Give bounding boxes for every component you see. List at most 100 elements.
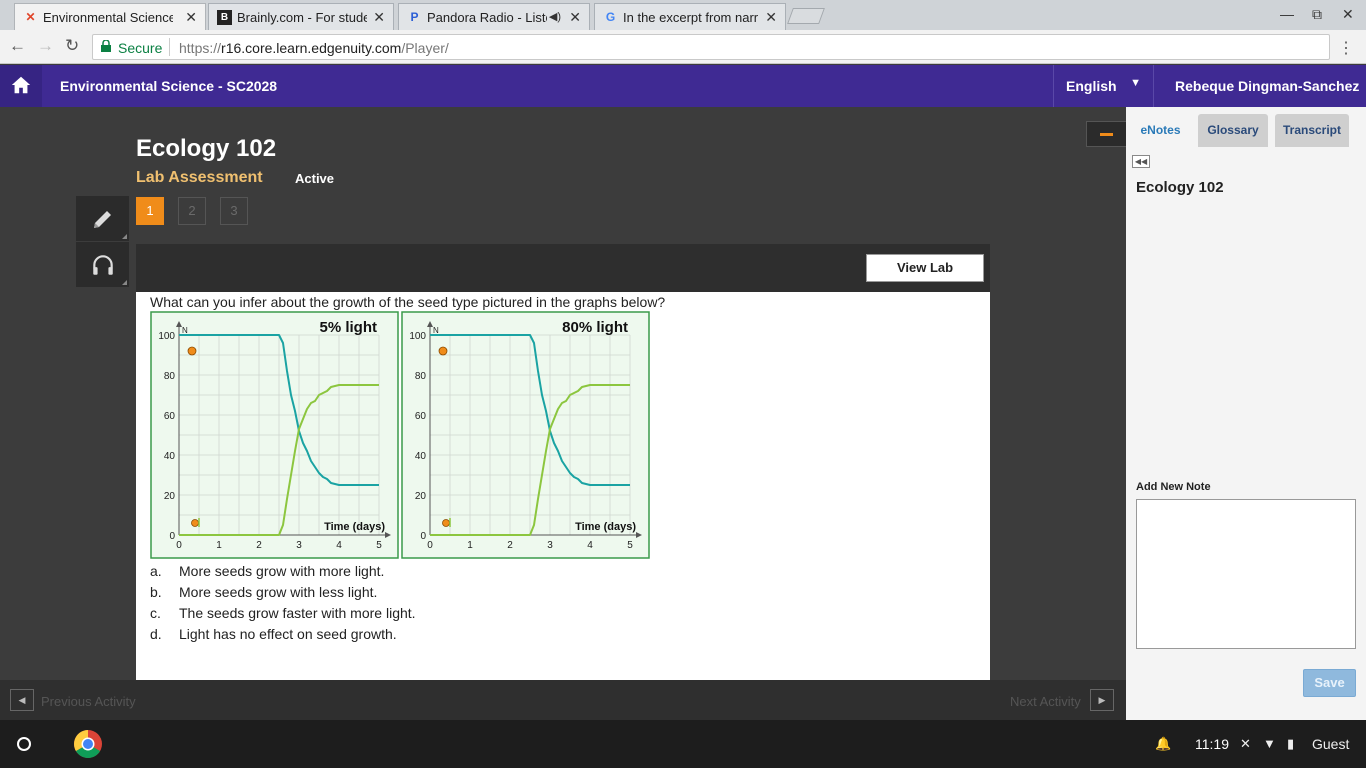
y-tick-label: 20 [415, 491, 427, 502]
user-status[interactable]: Guest [1312, 736, 1349, 752]
browser-tab-brainly[interactable]: B Brainly.com - For studen ✕ [208, 3, 394, 30]
app-header: Environmental Science - SC2028 English ▼… [0, 65, 1366, 107]
y-tick-label: 40 [415, 451, 427, 462]
x-tick-label: 5 [627, 540, 633, 551]
language-select[interactable]: English ▼ [1053, 65, 1154, 107]
chart-panel-2: 0 20 40 60 80 100 0 1 2 3 4 5 N Time (days) 80% light [401, 311, 650, 559]
marker-icon [438, 346, 448, 356]
rewind-icon[interactable]: ◀◀ [1132, 155, 1150, 168]
minimize-icon[interactable]: — [1280, 6, 1294, 22]
edgenuity-icon: ✕ [25, 10, 36, 24]
minus-icon [1100, 133, 1113, 136]
close-tab-icon[interactable]: ✕ [185, 9, 197, 26]
collapse-panel-button[interactable] [1086, 121, 1126, 147]
user-name[interactable]: Rebeque Dingman-Sanchez [1175, 78, 1359, 94]
notification-icon[interactable]: 🔔 [1155, 736, 1171, 752]
forward-icon[interactable]: → [37, 36, 54, 56]
notes-sidebar: eNotes Glossary Transcript ◀◀ Ecology 10… [1126, 107, 1366, 720]
answer-text: Light has no effect on seed growth. [179, 626, 397, 642]
browser-tab-google[interactable]: G In the excerpt from narra ✕ [594, 3, 786, 30]
x-tick-label: 0 [427, 540, 433, 551]
wifi-icon[interactable]: ▼ [1263, 736, 1276, 751]
note-textarea[interactable] [1136, 499, 1356, 649]
question-panel: What can you infer about the growth of t… [136, 292, 990, 680]
chrome-icon[interactable] [73, 729, 103, 759]
browser-menu-icon[interactable]: ⋮ [1338, 38, 1354, 58]
lesson-title: Ecology 102 [136, 135, 277, 162]
x-tick-label: 1 [216, 540, 222, 551]
language-label: English [1066, 78, 1117, 94]
y-tick-label: 60 [415, 411, 427, 422]
activity-navigation: ◀ Previous Activity Next Activity ▶ [0, 680, 1126, 720]
close-tab-icon[interactable]: ✕ [569, 9, 581, 26]
previous-activity-label[interactable]: Previous Activity [41, 694, 136, 709]
browser-tab-pandora[interactable]: P Pandora Radio - Liste ◀) ✕ [398, 3, 590, 30]
home-icon [11, 76, 31, 94]
notes-title: Ecology 102 [1136, 179, 1224, 196]
y-tick-label: 100 [409, 331, 426, 342]
page-button-2[interactable]: 2 [178, 197, 206, 225]
x-tick-label: 2 [507, 540, 513, 551]
tab-title: Pandora Radio - Liste [427, 10, 547, 25]
tab-transcript[interactable]: Transcript [1275, 114, 1349, 147]
next-activity-label[interactable]: Next Activity [1010, 694, 1081, 709]
x-axis-label: Time (days) [324, 521, 385, 533]
page-button-3[interactable]: 3 [220, 197, 248, 225]
pencil-icon [94, 211, 111, 228]
url-text: https://r16.core.learn.edgenuity.com/Pla… [179, 40, 449, 56]
next-activity-button[interactable]: ▶ [1090, 689, 1114, 711]
add-note-label: Add New Note [1136, 481, 1211, 493]
x-tick-label: 3 [547, 540, 553, 551]
y-tick-label: 0 [420, 531, 426, 542]
pandora-icon: P [410, 10, 419, 24]
x-tick-label: 2 [256, 540, 262, 551]
answer-text: More seeds grow with more light. [179, 563, 385, 579]
launcher-icon[interactable] [17, 737, 31, 751]
headphones-icon [93, 255, 113, 275]
y-tick-label: 40 [164, 451, 176, 462]
brainly-icon: B [217, 10, 232, 25]
tab-title: Environmental Science - [43, 10, 173, 25]
activity-toolbar: View Lab [136, 244, 990, 292]
secure-label: Secure [118, 40, 163, 56]
home-button[interactable] [0, 65, 42, 107]
close-window-icon[interactable]: ✕ [1342, 6, 1354, 23]
answer-letter: b. [150, 584, 162, 600]
audio-playing-icon[interactable]: ◀) [549, 10, 561, 23]
chevron-down-icon: ▼ [1130, 77, 1141, 89]
main-content: Ecology 102 Lab Assessment Active 1 2 3 … [0, 107, 1126, 680]
page-button-1[interactable]: 1 [136, 197, 164, 225]
answer-letter: d. [150, 626, 162, 642]
close-tab-icon[interactable]: ✕ [765, 9, 777, 26]
clock[interactable]: 11:19 [1195, 736, 1229, 752]
chart-panel-1: 0 20 40 60 80 100 0 1 2 3 4 5 N Time (days) 5% light [150, 311, 399, 559]
tab-title: Brainly.com - For studen [237, 10, 367, 25]
battery-icon[interactable]: ▮ [1287, 736, 1294, 752]
x-tick-label: 4 [587, 540, 593, 551]
maximize-icon[interactable]: ⧉ [1312, 6, 1322, 23]
seed-icon [442, 519, 450, 527]
course-title: Environmental Science - SC2028 [60, 78, 278, 94]
x-tick-label: 0 [176, 540, 182, 551]
previous-activity-button[interactable]: ◀ [10, 689, 34, 711]
browser-tab-edgenuity[interactable]: ✕ Environmental Science - ✕ [14, 3, 206, 30]
tab-glossary[interactable]: Glossary [1198, 114, 1268, 147]
answer-text: More seeds grow with less light. [179, 584, 378, 600]
answer-letter: c. [150, 605, 161, 621]
omnibox-separator [169, 38, 170, 56]
y-axis-label: N [433, 326, 439, 335]
mute-icon[interactable]: ✕ [1240, 736, 1251, 752]
seed-growth-graphs: 0204060801000 1 2 3 4 5NTime (days)5% light02… [150, 311, 650, 559]
y-tick-label: 20 [164, 491, 176, 502]
view-lab-button[interactable]: View Lab [866, 254, 984, 282]
back-icon[interactable]: ← [9, 36, 26, 56]
audio-tool-button[interactable] [76, 242, 129, 287]
tab-enotes[interactable]: eNotes [1131, 114, 1190, 147]
address-bar[interactable]: Secure https://r16.core.learn.edgenuity.… [92, 34, 1330, 60]
reload-icon[interactable]: ↻ [65, 36, 79, 56]
y-tick-label: 100 [158, 331, 175, 342]
save-button[interactable]: Save [1303, 669, 1356, 697]
new-tab-button[interactable] [787, 8, 825, 24]
close-tab-icon[interactable]: ✕ [373, 9, 385, 26]
pencil-tool-button[interactable] [76, 196, 129, 241]
